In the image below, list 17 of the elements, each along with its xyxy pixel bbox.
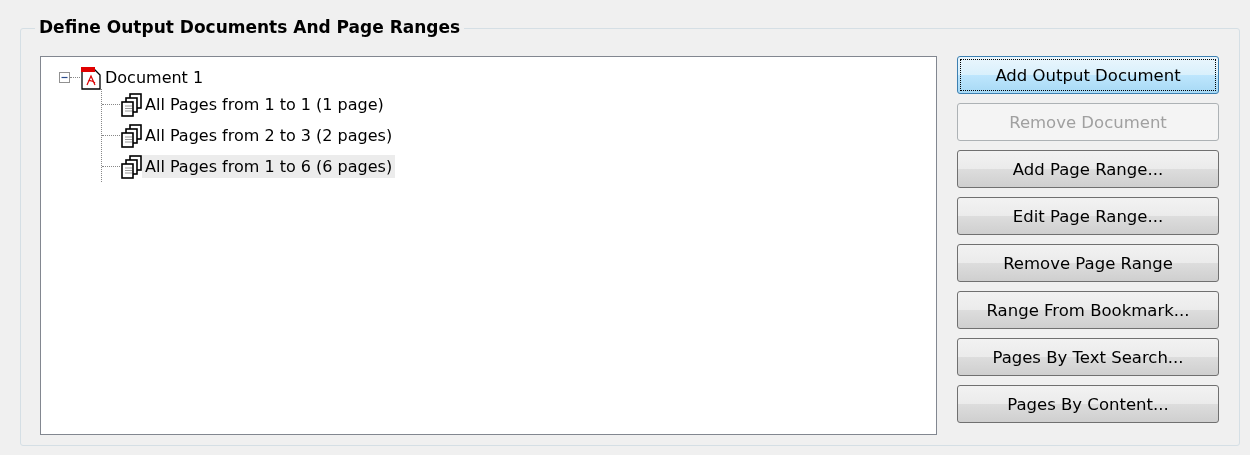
action-button[interactable]: Pages By Text Search... xyxy=(957,338,1219,376)
action-button[interactable]: Remove Page Range xyxy=(957,244,1219,282)
pages-icon xyxy=(120,154,142,179)
tree-item[interactable]: All Pages from 1 to 1 (1 page) xyxy=(142,93,387,116)
group-title: Define Output Documents And Page Ranges xyxy=(35,17,465,37)
action-button[interactable]: Edit Page Range... xyxy=(957,197,1219,235)
tree-item[interactable]: Document 1 xyxy=(102,66,207,89)
pdf-file-icon xyxy=(80,65,102,90)
pages-icon xyxy=(120,92,142,117)
tree-item[interactable]: All Pages from 2 to 3 (2 pages) xyxy=(142,124,396,147)
action-button[interactable]: Range From Bookmark... xyxy=(957,291,1219,329)
tree-item[interactable]: All Pages from 1 to 6 (6 pages) xyxy=(142,155,396,178)
action-button[interactable]: Add Page Range... xyxy=(957,150,1219,188)
pages-icon xyxy=(120,123,142,148)
action-button[interactable]: Pages By Content... xyxy=(957,385,1219,423)
action-button[interactable]: Add Output Document xyxy=(957,56,1219,94)
collapse-icon[interactable] xyxy=(59,72,70,83)
